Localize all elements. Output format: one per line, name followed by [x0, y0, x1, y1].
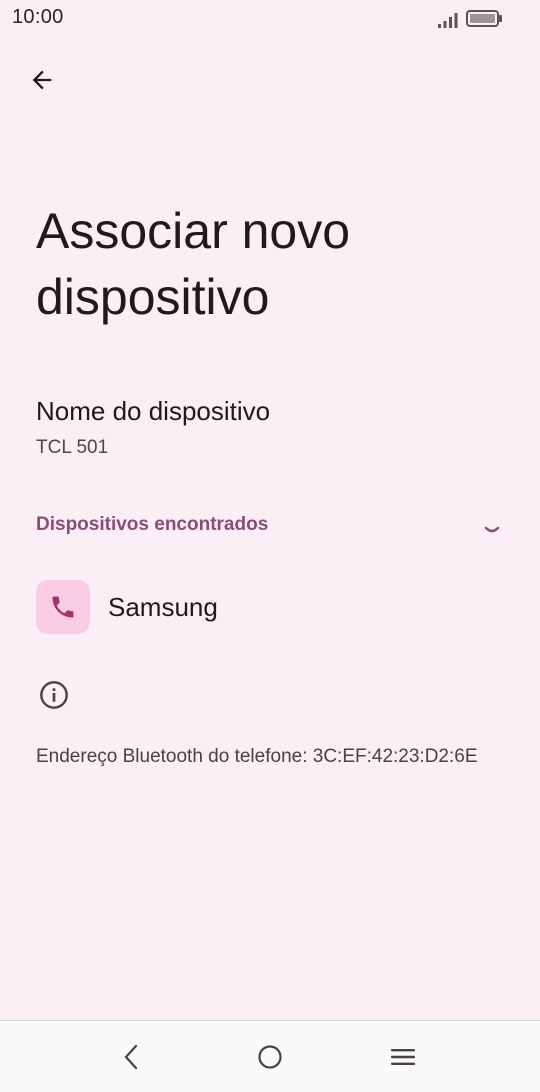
device-name-row[interactable]: Nome do dispositivo TCL 501 — [0, 388, 540, 474]
device-name-label: Nome do dispositivo — [36, 396, 271, 426]
status-bar: 10:00 — [0, 0, 540, 38]
nav-back-icon — [124, 1044, 138, 1070]
found-device-label: Samsung — [108, 592, 218, 622]
back-button[interactable] — [20, 58, 64, 102]
loading-spinner-icon — [484, 526, 500, 533]
menu-icon — [391, 1049, 415, 1065]
screen: 10:00 Associar novo dispositivo Nome do … — [0, 0, 540, 1092]
info-icon — [40, 681, 68, 709]
nav-back-button[interactable] — [112, 1037, 152, 1077]
arrow-back-icon — [32, 70, 52, 90]
navigation-bar — [0, 1020, 540, 1092]
device-name-value: TCL 501 — [36, 437, 109, 458]
nav-home-button[interactable] — [250, 1037, 290, 1077]
bluetooth-address-text: Endereço Bluetooth do telefone: 3C:EF:42… — [36, 746, 478, 767]
nav-home-icon — [258, 1045, 282, 1069]
signal-icon — [438, 13, 458, 28]
nav-menu-button[interactable] — [383, 1037, 423, 1077]
battery-icon — [466, 10, 502, 27]
phone-icon — [52, 596, 74, 618]
device-icon-container — [36, 580, 90, 634]
found-device-item-samsung[interactable]: Samsung — [0, 568, 540, 648]
status-time: 10:00 — [12, 6, 64, 28]
page-title: Associar novo dispositivo — [36, 203, 351, 325]
found-devices-header: Dispositivos encontrados — [36, 514, 269, 535]
